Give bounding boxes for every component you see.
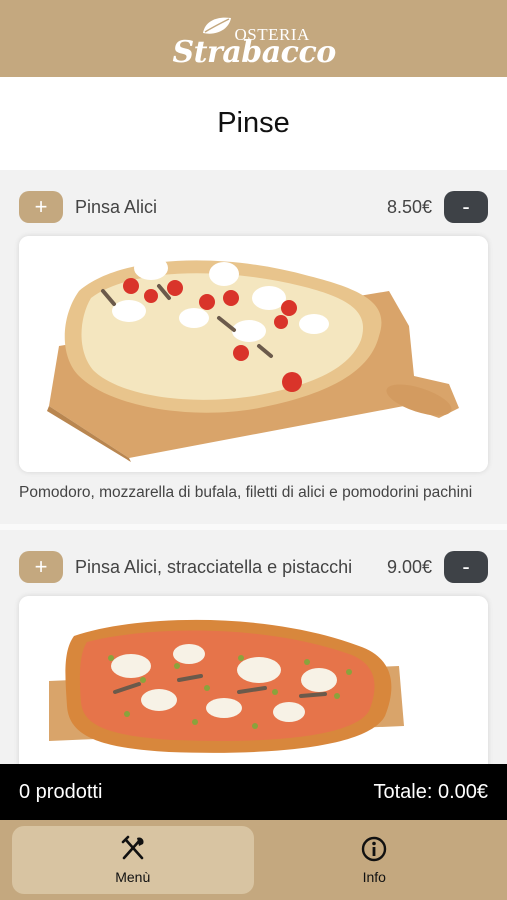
product-card: + Pinsa Alici 8.50€ - Pomodoro, mozzarel… (0, 170, 507, 530)
product-name: Pinsa Alici (75, 197, 158, 217)
app-header: OSTERIA Strabacco (0, 0, 507, 77)
fork-knife-icon (121, 835, 144, 860)
pizza-on-board-image (19, 596, 488, 764)
product-row: + Pinsa Alici 8.50€ - (19, 190, 488, 224)
category-title-bar: Pinse (0, 77, 507, 170)
product-list[interactable]: + Pinsa Alici 8.50€ - Pomodoro, mozzarel… (0, 170, 507, 764)
product-card: + Pinsa Alici, stracciatella e pistacchi… (0, 530, 507, 764)
nav-tab-info-label: Info (362, 869, 386, 885)
add-to-cart-button[interactable]: + (19, 551, 63, 583)
product-description: Pomodoro, mozzarella di bufala, filetti … (19, 484, 473, 501)
add-to-cart-button[interactable]: + (19, 191, 63, 223)
product-image (19, 236, 488, 472)
pizza-on-board-image (19, 236, 488, 472)
cart-item-count: 0 prodotti (19, 780, 103, 803)
product-row: + Pinsa Alici, stracciatella e pistacchi… (19, 550, 488, 584)
remove-from-cart-button[interactable]: - (444, 551, 488, 583)
leaf-icon (202, 17, 231, 34)
product-image (19, 596, 488, 764)
product-price: 8.50€ (386, 196, 432, 217)
cart-total: Totale: 0.00€ (373, 780, 488, 803)
product-price: 9.00€ (386, 556, 432, 577)
nav-tab-menu-label: Menù (115, 869, 151, 885)
page-title: Pinse (217, 107, 290, 139)
info-icon (362, 836, 387, 862)
product-name: Pinsa Alici, stracciatella e pistacchi (75, 557, 353, 577)
cart-summary-bar[interactable]: 0 prodotti Totale: 0.00€ (0, 764, 507, 820)
osteria-strabacco-logo: OSTERIA Strabacco (169, 9, 339, 70)
nav-tab-info[interactable]: Info (254, 826, 496, 894)
bottom-navigation: Menù Info (0, 820, 507, 900)
nav-tab-menu[interactable]: Menù (12, 826, 254, 894)
logo-text-strabacco: Strabacco (172, 34, 337, 70)
remove-from-cart-button[interactable]: - (444, 191, 488, 223)
